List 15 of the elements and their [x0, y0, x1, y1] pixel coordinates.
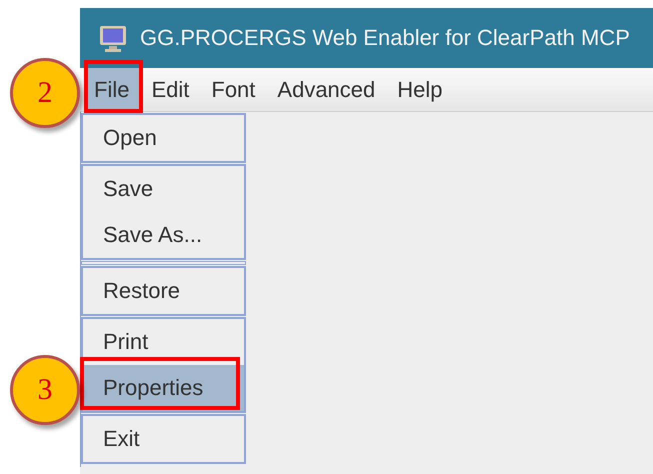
menu-item[interactable]: Exit [83, 416, 244, 462]
menu-item[interactable]: Print [83, 319, 244, 365]
menu-item[interactable]: Open [83, 115, 244, 161]
menu-item[interactable]: Edit [141, 68, 200, 112]
menu-item[interactable]: Advanced [267, 68, 386, 112]
menu-item[interactable]: Help [387, 68, 453, 112]
menu-item[interactable]: Restore [83, 268, 244, 314]
step-badge: 3 [10, 355, 80, 425]
window-title: GG.PROCERGS Web Enabler for ClearPath MCP [140, 25, 630, 51]
menu-item[interactable]: Font [201, 68, 266, 112]
menu-item[interactable]: Save [83, 166, 244, 212]
highlight-frame [84, 60, 143, 113]
step-badge: 2 [10, 58, 80, 128]
menu-item[interactable]: Save As... [83, 212, 244, 258]
monitor-icon [98, 23, 128, 53]
